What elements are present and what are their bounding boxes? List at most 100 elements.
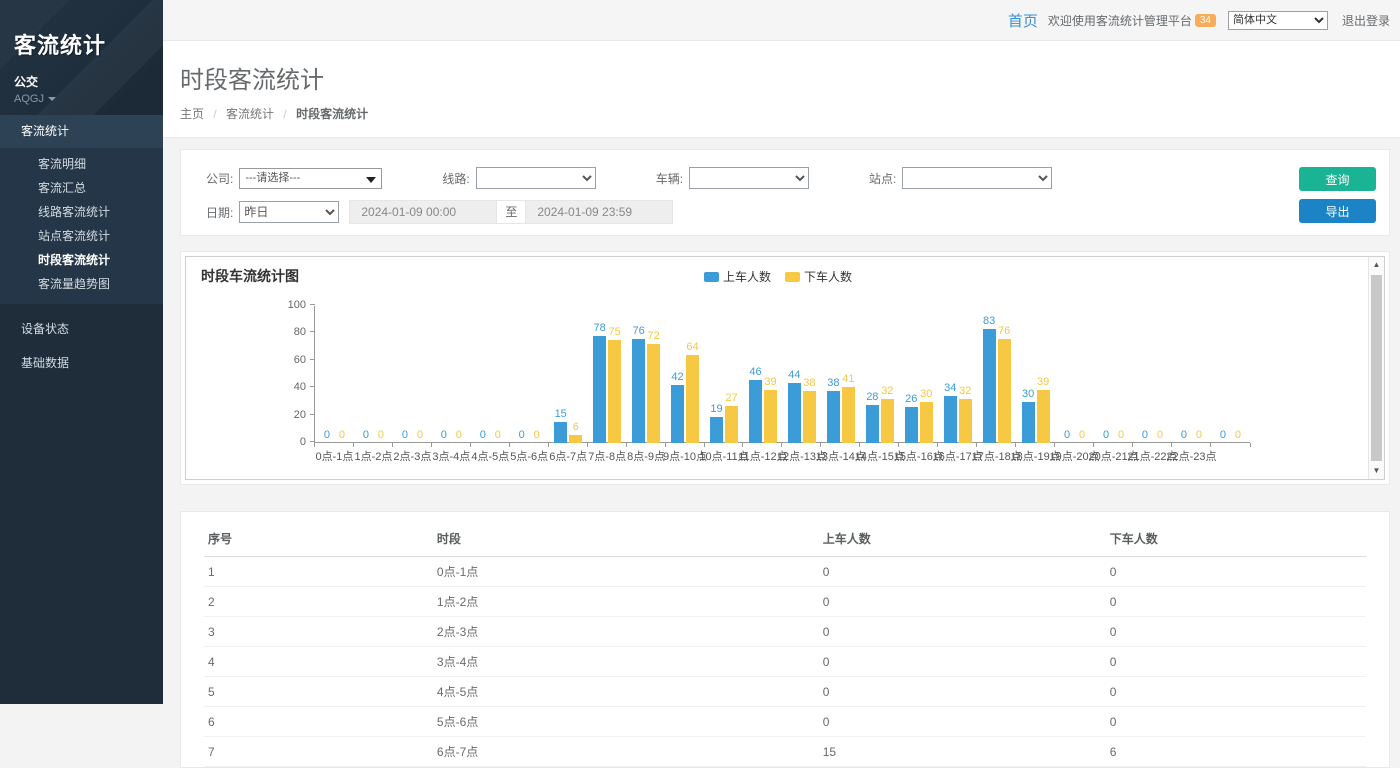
- breadcrumb-home[interactable]: 主页: [180, 107, 204, 121]
- sidebar-subitem[interactable]: 线路客流统计: [0, 200, 163, 224]
- bar-value-label: 0: [363, 429, 369, 441]
- bar[interactable]: [881, 399, 894, 443]
- bar[interactable]: [686, 355, 699, 443]
- bar-value-label: 44: [788, 369, 800, 381]
- org-code-dropdown[interactable]: AQGJ: [14, 93, 163, 105]
- chart-title: 时段车流统计图: [201, 266, 299, 286]
- scroll-up-icon[interactable]: ▲: [1369, 257, 1384, 273]
- bar[interactable]: [647, 344, 660, 443]
- welcome-text: 欢迎使用客流统计管理平台: [1048, 12, 1192, 29]
- bar[interactable]: [827, 391, 840, 443]
- bar[interactable]: [671, 385, 684, 443]
- table-header-cell: 上车人数: [819, 520, 1106, 557]
- bar[interactable]: [998, 339, 1011, 443]
- bar[interactable]: [842, 387, 855, 443]
- vehicle-select[interactable]: [689, 167, 809, 189]
- station-select[interactable]: [902, 167, 1052, 189]
- bar[interactable]: [1022, 402, 1035, 443]
- scroll-down-icon[interactable]: ▼: [1369, 463, 1384, 479]
- bar[interactable]: [959, 399, 972, 443]
- table-header-cell: 下车人数: [1106, 520, 1366, 557]
- date-label: 日期:: [206, 204, 233, 221]
- x-axis-label: 2点-3点: [393, 448, 431, 464]
- bar[interactable]: [593, 336, 606, 443]
- bar-value-label: 30: [1022, 388, 1034, 400]
- sidebar-subitem[interactable]: 客流汇总: [0, 176, 163, 200]
- sidebar-subitem[interactable]: 站点客流统计: [0, 224, 163, 248]
- sidebar-subitem[interactable]: 客流明细: [0, 152, 163, 176]
- bar-group: 1566点-7点: [549, 306, 588, 443]
- date-range-separator: 至: [497, 200, 525, 224]
- table-cell: 6: [204, 707, 433, 737]
- bar[interactable]: [788, 383, 801, 443]
- bar[interactable]: [569, 435, 582, 443]
- bar-value-label: 38: [803, 377, 815, 389]
- bar-column: 0: [1216, 429, 1229, 443]
- bar[interactable]: [764, 390, 777, 443]
- line-select[interactable]: [476, 167, 596, 189]
- home-link[interactable]: 首页: [1008, 10, 1038, 31]
- bar-value-label: 0: [417, 429, 423, 441]
- query-button[interactable]: 查询: [1299, 167, 1376, 191]
- scrollbar-thumb[interactable]: [1371, 275, 1382, 461]
- bar[interactable]: [803, 391, 816, 443]
- bar[interactable]: [632, 339, 645, 443]
- y-axis-tick-label: 20: [266, 409, 306, 421]
- bar-column: 0: [491, 429, 504, 443]
- legend-item[interactable]: 上车人数: [704, 268, 771, 285]
- breadcrumb-section[interactable]: 客流统计: [226, 107, 274, 121]
- bar[interactable]: [866, 405, 879, 443]
- date-end-input[interactable]: 2024-01-09 23:59: [525, 200, 673, 224]
- app-title: 客流统计: [14, 28, 163, 60]
- bar-value-label: 72: [647, 330, 659, 342]
- logout-link[interactable]: 退出登录: [1342, 12, 1390, 29]
- bar-group: 003点-4点: [432, 306, 471, 443]
- sidebar-item[interactable]: 设备状态: [0, 312, 163, 346]
- bar-column: 19: [710, 403, 723, 443]
- bar[interactable]: [608, 340, 621, 443]
- bar[interactable]: [725, 406, 738, 443]
- bar[interactable]: [944, 396, 957, 443]
- legend-item[interactable]: 下车人数: [785, 268, 852, 285]
- date-start-input[interactable]: 2024-01-09 00:00: [349, 200, 497, 224]
- date-preset-select[interactable]: 昨日: [239, 201, 339, 223]
- bar[interactable]: [905, 407, 918, 443]
- bar-column: 0: [515, 429, 528, 443]
- bar[interactable]: [1037, 390, 1050, 443]
- sidebar-subitem[interactable]: 客流量趋势图: [0, 272, 163, 296]
- sidebar-nav: 客流统计 客流明细客流汇总线路客流统计站点客流统计时段客流统计客流量趋势图 设备…: [0, 115, 163, 380]
- sidebar-item-passenger-stats[interactable]: 客流统计: [0, 115, 163, 148]
- filter-panel: 公司: ---请选择--- 线路: 车辆: 站点: 日期: 昨日 2024-01…: [180, 149, 1390, 236]
- bar-value-label: 0: [1181, 429, 1187, 441]
- table-cell: 0: [819, 677, 1106, 707]
- bar-column: 72: [647, 330, 660, 443]
- bar-column: 46: [749, 366, 762, 443]
- sidebar-logo-block: 客流统计 公交 AQGJ: [0, 0, 163, 115]
- bar[interactable]: [710, 417, 723, 443]
- sidebar-item[interactable]: 基础数据: [0, 346, 163, 380]
- table-cell: 5: [204, 677, 433, 707]
- bar-group: 0019点-20点: [1055, 306, 1094, 443]
- bar-value-label: 78: [594, 322, 606, 334]
- language-select[interactable]: 简体中文: [1228, 11, 1328, 30]
- sidebar: 客流统计 公交 AQGJ 客流统计 客流明细客流汇总线路客流统计站点客流统计时段…: [0, 0, 163, 704]
- x-axis-label: 3点-4点: [432, 448, 470, 464]
- table-row: 65点-6点00: [204, 707, 1366, 737]
- bar-value-label: 32: [959, 385, 971, 397]
- company-select[interactable]: ---请选择---: [239, 168, 382, 189]
- x-axis-label: 6点-7点: [549, 448, 587, 464]
- bar-column: 0: [359, 429, 372, 443]
- bar-column: 76: [998, 325, 1011, 443]
- notification-badge[interactable]: 34: [1195, 14, 1216, 27]
- bar[interactable]: [983, 329, 996, 443]
- export-button[interactable]: 导出: [1299, 199, 1376, 223]
- bar-value-label: 0: [456, 429, 462, 441]
- bar[interactable]: [920, 402, 933, 443]
- chart-scrollbar[interactable]: ▲ ▼: [1368, 257, 1384, 479]
- bar-group: 005点-6点: [510, 306, 549, 443]
- bar[interactable]: [749, 380, 762, 443]
- bar[interactable]: [554, 422, 567, 443]
- sidebar-subitem[interactable]: 时段客流统计: [0, 248, 163, 272]
- org-name: 公交: [14, 73, 163, 90]
- bar-column: 0: [1076, 429, 1089, 443]
